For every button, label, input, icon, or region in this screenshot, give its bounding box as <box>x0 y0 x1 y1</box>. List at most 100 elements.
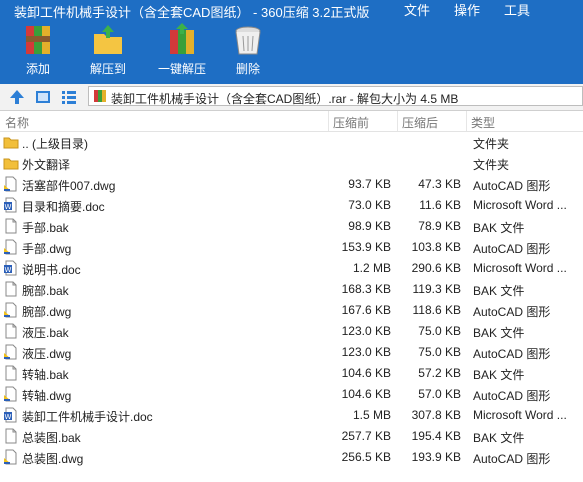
file-size: 167.6 KB <box>341 303 391 317</box>
file-row[interactable]: 总装图.bak 257.7 KB 195.4 KB BAK 文件 <box>0 426 583 447</box>
file-name: 总装图.dwg <box>22 452 84 466</box>
file-name: 腕部.bak <box>22 284 69 298</box>
list-view-icon[interactable] <box>60 88 78 106</box>
menu-file[interactable]: 文件 <box>404 0 430 19</box>
file-size: 104.6 KB <box>341 387 391 401</box>
folder-icon <box>3 137 19 149</box>
path-field[interactable]: 装卸工件机械手设计（含全套CAD图纸）.rar - 解包大小为 4.5 MB <box>88 86 583 106</box>
thumbnail-view-icon[interactable] <box>34 88 52 106</box>
blank-file-icon <box>5 428 17 444</box>
one-click-extract-label: 一键解压 <box>157 62 206 76</box>
file-packed-size: 103.8 KB <box>411 240 461 254</box>
file-type: BAK 文件 <box>473 326 525 340</box>
add-label: 添加 <box>25 62 50 76</box>
extract-to-button[interactable]: 解压到 <box>84 22 132 82</box>
file-name: 腕部.dwg <box>22 305 72 319</box>
file-row[interactable]: 外文翻译 文件夹 <box>0 153 583 174</box>
delete-label: 删除 <box>235 62 260 76</box>
column-packed[interactable]: 压缩后 <box>402 114 438 131</box>
file-row[interactable]: W 装卸工件机械手设计.doc 1.5 MB 307.8 KB Microsoft Wo… <box>0 405 583 426</box>
dwg-file-icon <box>4 344 17 360</box>
file-row[interactable]: W 目录和摘要.doc 73.0 KB 11.6 KB Microsoft Word .… <box>0 195 583 216</box>
file-row[interactable]: .. (上级目录) 文件夹 <box>0 132 583 153</box>
file-row[interactable]: 液压.bak 123.0 KB 75.0 KB BAK 文件 <box>0 321 583 342</box>
archive-path: 装卸工件机械手设计（含全套CAD图纸）.rar - 解包大小为 4.5 MB <box>111 92 459 106</box>
file-type: AutoCAD 图形 <box>473 179 551 193</box>
trash-icon <box>235 26 261 55</box>
extract-to-label: 解压到 <box>89 62 126 76</box>
file-list: .. (上级目录) 文件夹 外文翻译 文件夹 活塞部件007.dwg 93.7 KB 47.… <box>0 132 583 468</box>
file-type: 文件夹 <box>473 158 510 172</box>
toolbar: 添加 解压到 一键解压 删除 <box>0 20 583 84</box>
file-type: AutoCAD 图形 <box>473 242 551 256</box>
column-size[interactable]: 压缩前 <box>333 114 369 131</box>
file-type: 文件夹 <box>473 137 510 151</box>
folder-extract-icon <box>94 25 122 54</box>
file-row[interactable]: 活塞部件007.dwg 93.7 KB 47.3 KB AutoCAD 图形 <box>0 174 583 195</box>
dwg-file-icon <box>4 449 17 465</box>
file-size: 1.2 MB <box>352 261 391 275</box>
file-name: 液压.dwg <box>22 347 72 361</box>
menu-operate[interactable]: 操作 <box>454 0 480 19</box>
word-file-icon: W <box>4 407 17 423</box>
file-name: 液压.bak <box>22 326 69 340</box>
file-type: BAK 文件 <box>473 368 525 382</box>
file-type: Microsoft Word ... <box>473 261 567 275</box>
file-row[interactable]: 手部.bak 98.9 KB 78.9 KB BAK 文件 <box>0 216 583 237</box>
column-header: 名称 压缩前 压缩后 类型 <box>0 111 583 132</box>
archive-extract-icon <box>170 23 194 54</box>
file-type: Microsoft Word ... <box>473 408 567 422</box>
up-arrow-icon[interactable] <box>8 88 26 106</box>
file-row[interactable]: 转轴.dwg 104.6 KB 57.0 KB AutoCAD 图形 <box>0 384 583 405</box>
file-row[interactable]: 腕部.dwg 167.6 KB 118.6 KB AutoCAD 图形 <box>0 300 583 321</box>
rar-archive-icon <box>94 90 106 102</box>
file-row[interactable]: 腕部.bak 168.3 KB 119.3 KB BAK 文件 <box>0 279 583 300</box>
file-type: BAK 文件 <box>473 221 525 235</box>
delete-button[interactable]: 删除 <box>226 22 270 82</box>
file-packed-size: 57.2 KB <box>418 366 461 380</box>
svg-text:W: W <box>5 413 12 421</box>
file-packed-size: 119.3 KB <box>412 282 461 296</box>
file-packed-size: 195.4 KB <box>411 429 461 443</box>
file-size: 98.9 KB <box>348 219 391 233</box>
file-size: 104.6 KB <box>341 366 391 380</box>
file-size: 168.3 KB <box>341 282 391 296</box>
file-size: 153.9 KB <box>341 240 391 254</box>
word-file-icon: W <box>4 260 17 276</box>
file-name: 说明书.doc <box>22 263 81 277</box>
file-type: BAK 文件 <box>473 284 525 298</box>
file-name: 活塞部件007.dwg <box>22 179 116 193</box>
file-packed-size: 78.9 KB <box>418 219 461 233</box>
file-name: 手部.bak <box>22 221 69 235</box>
file-size: 256.5 KB <box>341 450 391 464</box>
window-title: 装卸工件机械手设计（含全套CAD图纸） - 360压缩 3.2正式版 <box>14 5 370 20</box>
file-name: 转轴.dwg <box>22 389 72 403</box>
file-type: AutoCAD 图形 <box>473 347 551 361</box>
word-file-icon: W <box>4 197 17 213</box>
blank-file-icon <box>5 323 17 339</box>
file-row[interactable]: 手部.dwg 153.9 KB 103.8 KB AutoCAD 图形 <box>0 237 583 258</box>
file-name: 装卸工件机械手设计.doc <box>22 410 153 424</box>
file-name: 总装图.bak <box>22 431 81 445</box>
column-name[interactable]: 名称 <box>5 114 29 131</box>
file-packed-size: 290.6 KB <box>411 261 461 275</box>
file-type: AutoCAD 图形 <box>473 305 551 319</box>
file-row[interactable]: 转轴.bak 104.6 KB 57.2 KB BAK 文件 <box>0 363 583 384</box>
one-click-extract-button[interactable]: 一键解压 <box>152 22 212 82</box>
column-type[interactable]: 类型 <box>471 114 495 131</box>
add-button[interactable]: 添加 <box>14 22 62 82</box>
archive-add-icon <box>26 26 50 54</box>
menu-tools[interactable]: 工具 <box>504 0 530 19</box>
file-row[interactable]: 液压.dwg 123.0 KB 75.0 KB AutoCAD 图形 <box>0 342 583 363</box>
file-packed-size: 11.6 KB <box>419 198 461 212</box>
blank-file-icon <box>5 365 17 381</box>
file-row[interactable]: W 说明书.doc 1.2 MB 290.6 KB Microsoft Word ... <box>0 258 583 279</box>
file-row[interactable]: 总装图.dwg 256.5 KB 193.9 KB AutoCAD 图形 <box>0 447 583 468</box>
dwg-file-icon <box>4 386 17 402</box>
dwg-file-icon <box>4 302 17 318</box>
file-type: AutoCAD 图形 <box>473 389 551 403</box>
file-size: 1.5 MB <box>352 408 391 422</box>
svg-text:W: W <box>5 203 12 211</box>
file-size: 73.0 KB <box>348 198 391 212</box>
svg-text:W: W <box>5 266 12 274</box>
